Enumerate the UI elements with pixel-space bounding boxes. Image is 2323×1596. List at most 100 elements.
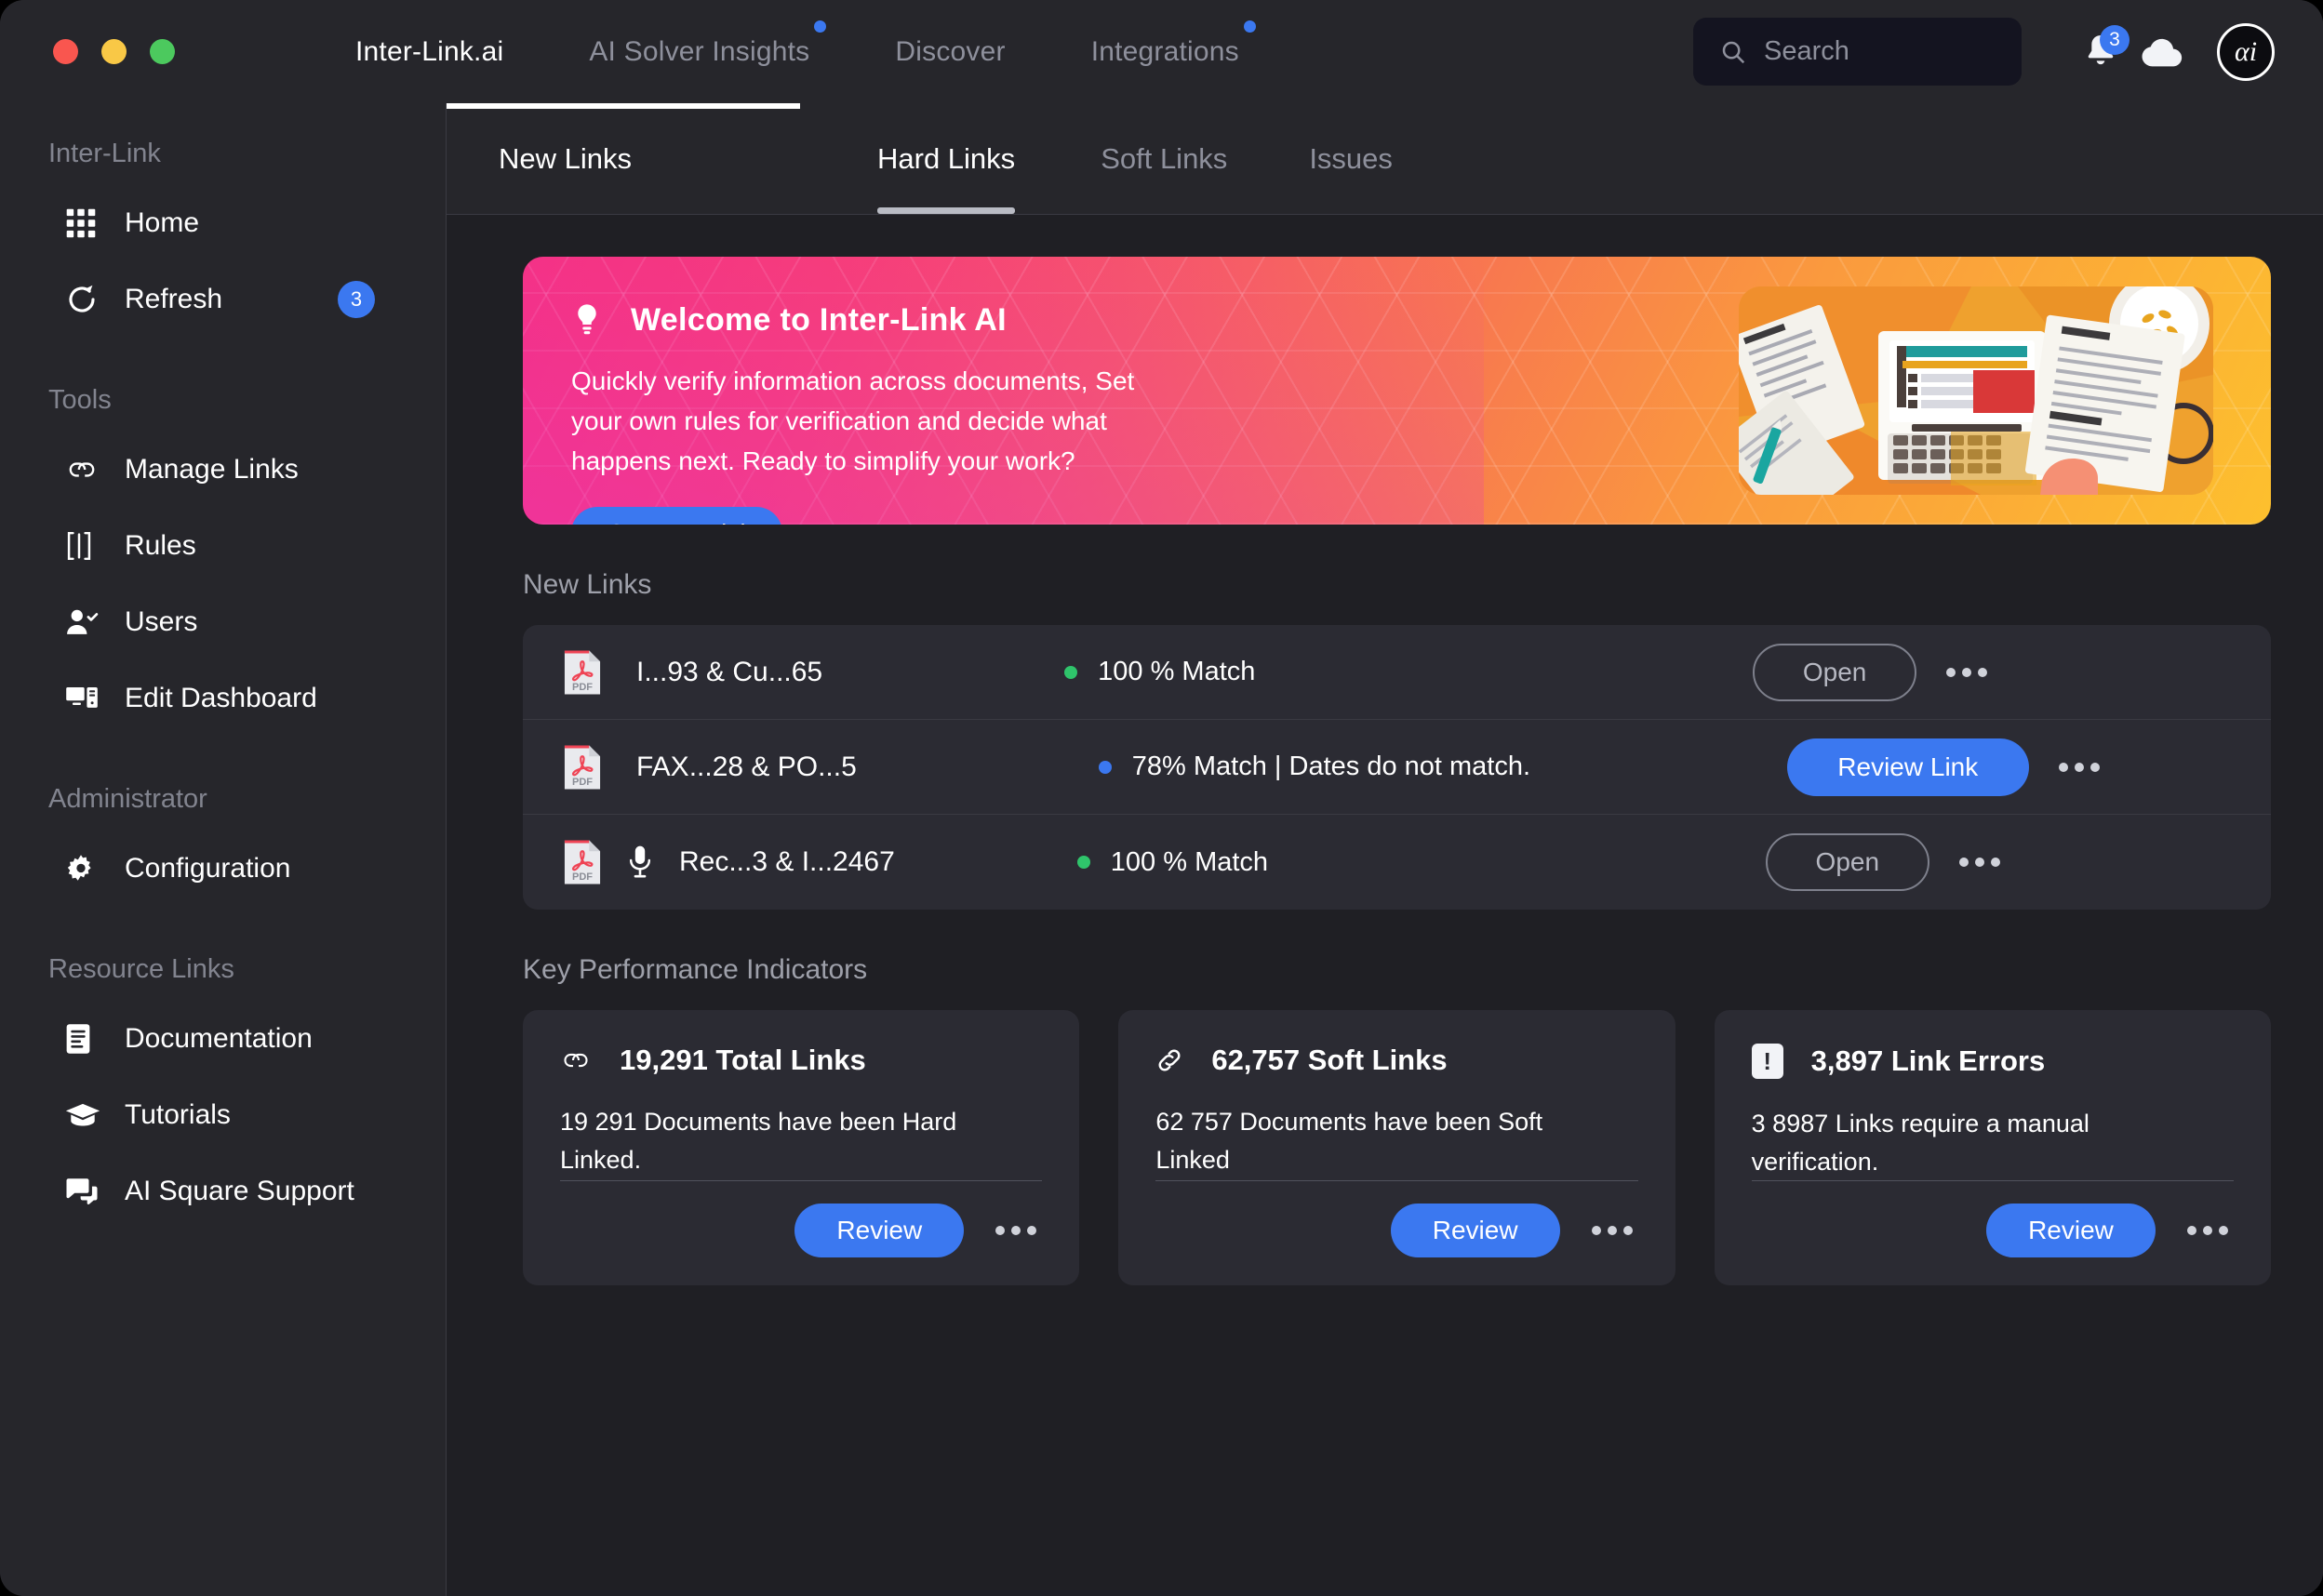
nav-item-inter-link-ai[interactable]: Inter-Link.ai [313, 0, 546, 103]
avatar[interactable]: αi [2217, 22, 2275, 81]
link-status: 100 % Match [1076, 846, 1729, 878]
top-bar-actions: Search 3 αi [1693, 0, 2275, 103]
table-row[interactable]: PDF Rec...3 & I...2467 100 % Match Open [523, 815, 2271, 910]
more-icon[interactable] [1586, 1226, 1638, 1235]
alert-icon: ! [1751, 1044, 1783, 1079]
sidebar-item-manage-links[interactable]: Manage Links [0, 442, 446, 498]
review-button[interactable]: Review [1390, 1204, 1560, 1257]
main-panel: New Links Hard Links Soft Links Issues W… [447, 103, 2323, 1596]
sidebar-item-ai-square-support[interactable]: AI Square Support [0, 1164, 446, 1219]
link-status: 78% Match | Dates do not match. [1098, 751, 1750, 782]
rules-icon [65, 531, 104, 561]
sidebar-group-title-tools: Tools [48, 385, 112, 415]
sidebar-item-home[interactable]: Home [0, 195, 446, 251]
table-row[interactable]: PDF FAX...28 & PO...5 78% Match | Dates … [523, 720, 2271, 815]
review-label: Review [2028, 1216, 2114, 1244]
kpi-cards: 19,291 Total Links 19 291 Documents have… [523, 1010, 2271, 1285]
kpi-header: ! 3,897 Link Errors [1751, 1044, 2234, 1079]
link-name: FAX...28 & PO...5 [636, 751, 857, 782]
search-icon [1719, 38, 1747, 66]
status-dot-icon [1098, 760, 1112, 774]
more-icon[interactable] [990, 1226, 1042, 1235]
sidebar-item-label: Refresh [125, 284, 223, 314]
nav-item-ai-solver-insights[interactable]: AI Solver Insights [546, 0, 852, 103]
status-text: 100 % Match [1098, 657, 1256, 686]
more-icon[interactable] [1941, 667, 1993, 677]
more-icon[interactable] [1954, 858, 2006, 867]
link-icon [65, 459, 104, 481]
kpi-footer: Review [1752, 1181, 2234, 1257]
gear-icon [65, 853, 104, 884]
avatar-label: αi [2234, 35, 2258, 67]
banner-title: Welcome to Inter-Link AI [631, 301, 1007, 338]
tab-new-links[interactable]: New Links [499, 103, 632, 214]
sidebar-item-documentation[interactable]: Documentation [0, 1011, 446, 1067]
more-icon[interactable] [2182, 1226, 2234, 1235]
nav-item-integrations[interactable]: Integrations [1048, 0, 1282, 103]
nav-item-discover[interactable]: Discover [852, 0, 1048, 103]
cloud-button[interactable] [2131, 21, 2193, 83]
review-button[interactable]: Review [794, 1204, 965, 1257]
kpi-card-link-errors: ! 3,897 Link Errors 3 8987 Links require… [1714, 1010, 2271, 1285]
sidebar-item-label: AI Square Support [125, 1176, 354, 1206]
sidebar-badge: 3 [338, 281, 375, 318]
tab-issues[interactable]: Issues [1309, 103, 1393, 214]
kpi-title: 19,291 Total Links [620, 1044, 866, 1076]
kpi-header: 19,291 Total Links [560, 1044, 1042, 1077]
notifications-button[interactable]: 3 [2070, 21, 2131, 83]
traffic-lights [0, 39, 175, 64]
sidebar-item-edit-dashboard[interactable]: Edit Dashboard [0, 671, 446, 726]
svg-text:PDF: PDF [572, 682, 593, 693]
tab-soft-links[interactable]: Soft Links [1101, 103, 1227, 214]
open-button[interactable]: Open [1765, 833, 1929, 891]
sidebar-item-rules[interactable]: Rules [0, 518, 446, 574]
sidebar-item-refresh[interactable]: Refresh 3 [0, 272, 446, 327]
kpi-card-total-links: 19,291 Total Links 19 291 Documents have… [523, 1010, 1080, 1285]
pdf-icon: PDF [562, 837, 603, 887]
status-dot-icon [1064, 665, 1078, 679]
status-text: 100 % Match [1110, 846, 1269, 877]
open-button[interactable]: Open [1753, 643, 1917, 701]
link-status: 100 % Match [1064, 657, 1716, 687]
sidebar-group-title-resource-links: Resource Links [48, 954, 234, 984]
sub-tab-bar: New Links Hard Links Soft Links Issues [447, 103, 2323, 215]
more-icon[interactable] [2053, 762, 2105, 772]
open-label: Open [1815, 847, 1880, 876]
sidebar-item-label: Edit Dashboard [125, 683, 317, 713]
sidebar-item-tutorials[interactable]: Tutorials [0, 1087, 446, 1143]
start-tutorial-button[interactable]: Start Tutorial [571, 507, 783, 525]
sidebar-item-label: Rules [125, 530, 196, 561]
sidebar-item-users[interactable]: Users [0, 594, 446, 650]
kpi-description: 62 757 Documents have been Soft Linked [1155, 1108, 1543, 1174]
table-row[interactable]: PDF I...93 & Cu...65 100 % Match Open [523, 625, 2271, 720]
kpi-title: 62,757 Soft Links [1211, 1044, 1448, 1076]
sidebar-item-label: Users [125, 606, 198, 637]
close-window-button[interactable] [53, 39, 78, 64]
review-link-button[interactable]: Review Link [1786, 738, 2029, 796]
sidebar: Inter-Link Home Refresh 3 Tools Manage L… [0, 103, 447, 1596]
banner-title-row: Welcome to Inter-Link AI [571, 301, 1571, 339]
search-input[interactable]: Search [1764, 36, 1849, 67]
notification-badge: 3 [2100, 24, 2129, 55]
kpi-description: 19 291 Documents have been Hard Linked. [560, 1108, 957, 1174]
row-actions: Open [1753, 643, 1993, 701]
kpi-description: 3 8987 Links require a manual verificati… [1751, 1110, 2089, 1176]
chat-icon [65, 1177, 104, 1205]
kpi-footer: Review [560, 1181, 1042, 1257]
review-button[interactable]: Review [1985, 1204, 2156, 1257]
maximize-window-button[interactable] [150, 39, 175, 64]
nav-label: Discover [895, 35, 1006, 67]
tab-hard-links[interactable]: Hard Links [877, 103, 1016, 214]
banner-description: Quickly verify information across docume… [571, 366, 1135, 476]
sidebar-item-configuration[interactable]: Configuration [0, 841, 446, 897]
search-box[interactable]: Search [1693, 18, 2022, 86]
notification-dot-icon [814, 20, 827, 33]
new-links-list: PDF I...93 & Cu...65 100 % Match Open PD… [523, 625, 2271, 910]
sidebar-group-title-inter-link: Inter-Link [48, 139, 161, 168]
nav-label: Inter-Link.ai [355, 35, 504, 67]
minimize-window-button[interactable] [101, 39, 127, 64]
kpi-footer: Review [1155, 1181, 1637, 1257]
app-window: Inter-Link.ai AI Solver Insights Discove… [0, 0, 2323, 1596]
